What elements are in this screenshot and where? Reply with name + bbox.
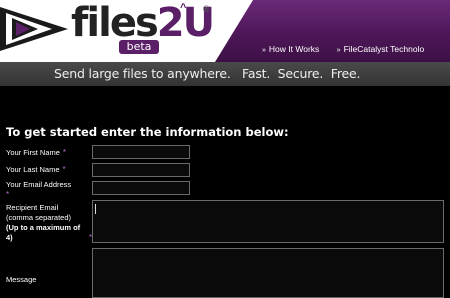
beta-badge: beta bbox=[119, 40, 159, 54]
first-name-label-text: Your First Name bbox=[6, 148, 60, 157]
nav-link-how-it-works[interactable]: » How It Works bbox=[262, 44, 319, 54]
message-label: Message bbox=[6, 275, 37, 284]
double-chevron-right-icon: » bbox=[336, 47, 341, 54]
required-marker: * bbox=[62, 165, 66, 174]
form-heading: To get started enter the information bel… bbox=[6, 125, 289, 139]
first-name-label: Your First Name * bbox=[6, 148, 66, 158]
last-name-label: Your Last Name * bbox=[6, 165, 66, 175]
email-input[interactable] bbox=[92, 181, 190, 195]
caret-up-icon: ^ bbox=[180, 2, 187, 14]
last-name-input[interactable] bbox=[92, 163, 190, 177]
site-header: files2U ^ ® beta » How It Works » FileCata… bbox=[0, 0, 450, 62]
email-label: Your Email Address * bbox=[6, 180, 71, 200]
play-arrow-logo-icon bbox=[0, 7, 68, 51]
tagline: Send large files to anywhere. Fast. Secu… bbox=[54, 66, 361, 81]
double-chevron-right-icon: » bbox=[262, 47, 266, 54]
message-textarea[interactable] bbox=[92, 248, 444, 298]
required-marker: * bbox=[62, 148, 67, 157]
recipient-label-line2: (comma separated) bbox=[6, 213, 72, 222]
last-name-label-text: Your Last Name bbox=[6, 165, 60, 174]
recipient-email-label: Recipient Email (comma separated) (Up to… bbox=[6, 203, 92, 243]
recipient-label-line1: Recipient Email bbox=[6, 203, 59, 212]
recipient-label-limit: (Up to a maximum of 4) bbox=[6, 223, 81, 242]
text-cursor bbox=[95, 204, 96, 214]
nav-link-filecatalyst-technology[interactable]: » FileCatalyst Technolo bbox=[337, 44, 425, 54]
top-nav: » How It Works » FileCatalyst Technolo bbox=[262, 44, 439, 54]
first-name-input[interactable] bbox=[92, 145, 190, 159]
registered-mark: ® bbox=[203, 4, 210, 14]
tagline-band: Send large files to anywhere. Fast. Secu… bbox=[0, 62, 450, 86]
nav-link-label: How It Works bbox=[268, 44, 320, 54]
email-label-text: Your Email Address bbox=[6, 180, 72, 189]
nav-link-label: FileCatalyst Technolo bbox=[343, 44, 425, 54]
required-marker: * bbox=[6, 190, 10, 199]
recipient-email-textarea[interactable] bbox=[92, 200, 444, 243]
